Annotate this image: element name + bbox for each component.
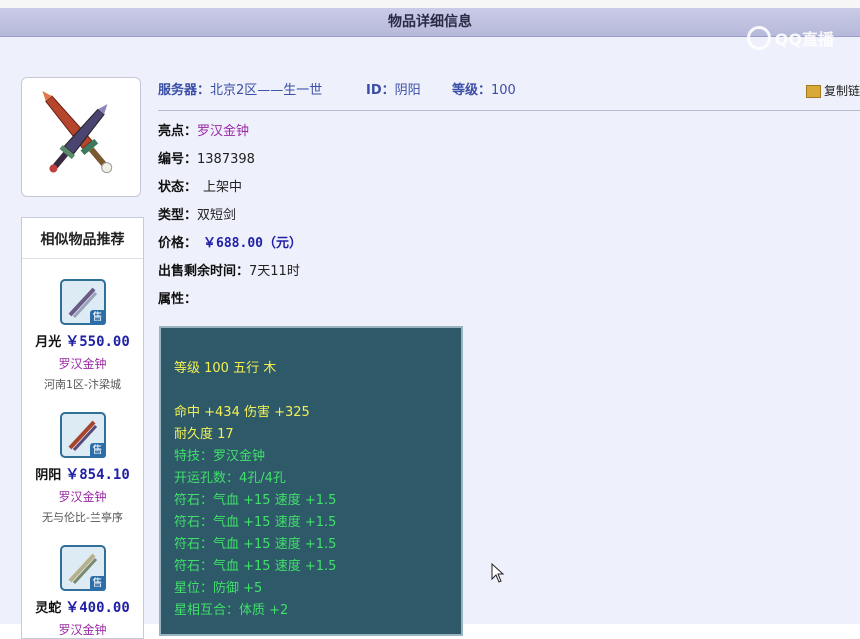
- stream-watermark: QQ直播: [746, 26, 834, 50]
- dual-swords-icon: [42, 91, 113, 174]
- sell-badge: 售: [89, 576, 106, 591]
- similar-item-server: 河南1区-汴梁城: [44, 378, 121, 391]
- sell-badge: 售: [89, 443, 106, 458]
- similar-item-thumbnail[interactable]: 售: [59, 279, 106, 325]
- sell-badge: 售: [89, 310, 106, 325]
- highlight-value: 罗汉金钟: [197, 124, 250, 139]
- copy-link-button[interactable]: 复制链: [805, 82, 860, 100]
- similar-item-skill: 罗汉金钟: [58, 490, 107, 504]
- item-image: [21, 77, 141, 197]
- attr-line: 符石：气血 +15 速度 +1.5: [174, 515, 337, 530]
- type-label: 类型：: [158, 208, 198, 223]
- attr-line: 星相互合：体质 +2: [174, 603, 289, 618]
- level-value: 100: [491, 83, 516, 98]
- similar-item-name-price: 月光 ￥550.00: [22, 331, 143, 351]
- id-info: ID：阴阳: [366, 82, 421, 100]
- similar-item-thumbnail[interactable]: 售: [59, 412, 106, 458]
- number-label: 编号：: [158, 152, 198, 167]
- similar-item-name-price: 阴阳 ￥854.10: [22, 464, 143, 484]
- watermark-text: QQ直播: [774, 30, 834, 49]
- status-row: 状态： 上架中: [158, 178, 242, 198]
- status-label: 状态：: [158, 180, 198, 195]
- similar-item-price: ￥400.00: [65, 600, 130, 616]
- level-label: 等级：: [452, 83, 492, 98]
- attr-line: 星位：防御 +5: [174, 581, 263, 596]
- status-value: 上架中: [203, 180, 243, 195]
- similar-item[interactable]: 售 月光 ￥550.00 罗汉金钟 河南1区-汴梁城: [22, 279, 143, 392]
- attr-line: 符石：气血 +15 速度 +1.5: [174, 493, 337, 508]
- similar-items-panel: 相似物品推荐 售 月光 ￥550.00 罗汉金钟 河南1区-汴梁城 售 阴阳 ￥85…: [21, 217, 144, 639]
- folder-icon: [805, 85, 821, 98]
- similar-item-name: 灵蛇: [35, 601, 62, 616]
- id-label: ID：: [366, 83, 395, 98]
- remaining-time-value: 7天11时: [249, 264, 300, 279]
- similar-item-server: 无与伦比-兰亭序: [42, 511, 123, 524]
- attribute-panel: 等级 100 五行 木 命中 +434 伤害 +325 耐久度 17 特技：罗汉…: [159, 326, 463, 636]
- id-value: 阴阳: [394, 83, 421, 98]
- attr-line: [174, 380, 449, 402]
- similar-item-price: ￥854.10: [65, 467, 130, 483]
- type-row: 类型：双短剑: [158, 206, 236, 226]
- attr-line: 等级 100 五行 木: [174, 361, 277, 376]
- similar-item-skill: 罗汉金钟: [58, 357, 107, 371]
- remaining-time-row: 出售剩余时间：7天11时: [158, 262, 300, 282]
- type-value: 双短剑: [197, 208, 237, 223]
- highlight-row: 亮点：罗汉金钟: [158, 122, 249, 142]
- attributes-label: 属性：: [158, 292, 198, 307]
- attributes-row: 属性：: [158, 290, 197, 310]
- similar-item[interactable]: 售 阴阳 ￥854.10 罗汉金钟 无与伦比-兰亭序: [22, 412, 143, 525]
- number-row: 编号：1387398: [158, 150, 255, 170]
- similar-item-name-price: 灵蛇 ￥400.00: [22, 597, 143, 617]
- similar-items-title: 相似物品推荐: [22, 218, 143, 259]
- similar-item-thumbnail[interactable]: 售: [59, 545, 106, 591]
- attr-line: 符石：气血 +15 速度 +1.5: [174, 559, 337, 574]
- attr-line: 开运孔数：4孔/4孔: [174, 471, 286, 486]
- attr-line: 特技：罗汉金钟: [174, 449, 266, 464]
- price-row: 价格： ￥688.00（元）: [158, 234, 302, 254]
- server-info: 服务器：北京2区——生一世: [158, 82, 322, 100]
- copy-link-label: 复制链: [823, 84, 860, 98]
- server-value: 北京2区——生一世: [210, 83, 323, 98]
- attr-line: 耐久度 17: [174, 427, 234, 442]
- price-label: 价格：: [158, 236, 198, 251]
- item-info-bar: 服务器：北京2区——生一世 ID：阴阳 等级：100 复制链: [158, 82, 860, 111]
- similar-item-name: 阴阳: [35, 468, 62, 483]
- similar-item[interactable]: 售 灵蛇 ￥400.00 罗汉金钟: [22, 545, 143, 638]
- mouse-cursor-icon: [491, 563, 505, 583]
- similar-item-name: 月光: [35, 335, 62, 350]
- similar-item-price: ￥550.00: [65, 334, 130, 350]
- attr-line: 命中 +434 伤害 +325: [174, 405, 310, 420]
- highlight-label: 亮点：: [158, 124, 198, 139]
- page-title: 物品详细信息: [0, 8, 860, 37]
- level-info: 等级：100: [452, 82, 516, 100]
- number-value: 1387398: [197, 152, 255, 167]
- price-value: ￥688.00（元）: [203, 236, 302, 251]
- watermark-logo-icon: [746, 26, 771, 50]
- server-label: 服务器：: [158, 83, 211, 98]
- remaining-time-label: 出售剩余时间：: [158, 264, 250, 279]
- attr-line: 符石：气血 +15 速度 +1.5: [174, 537, 337, 552]
